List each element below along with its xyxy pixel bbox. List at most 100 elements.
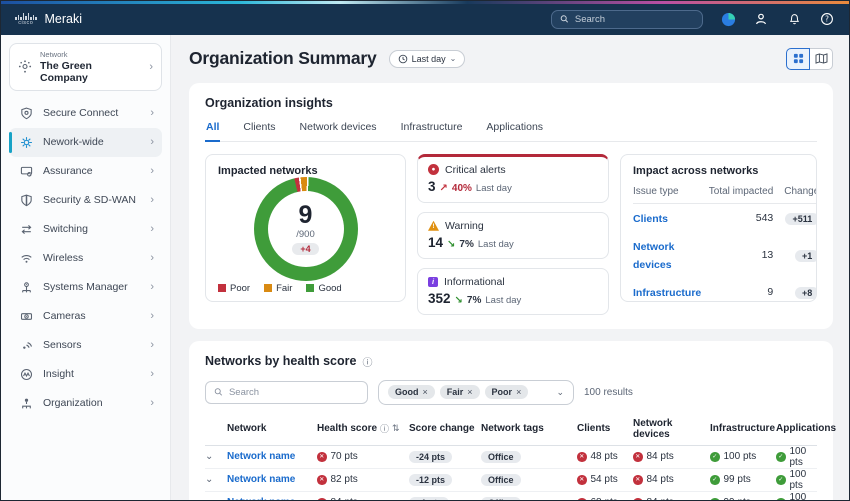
chevron-down-icon: ⌄ [556, 387, 564, 398]
critical-status-icon: ✕ [577, 498, 587, 500]
chevron-right-icon: › [150, 166, 154, 177]
page-title: Organization Summary [189, 48, 377, 69]
sidebar-item-sensors[interactable]: Sensors › [9, 331, 162, 360]
critical-status-icon: ✕ [577, 475, 587, 485]
tag-chip[interactable]: Office [481, 497, 521, 500]
chevron-right-icon: › [150, 340, 154, 351]
insight-icon [19, 368, 33, 381]
good-status-icon: ✓ [776, 475, 786, 485]
tab-clients[interactable]: Clients [242, 121, 276, 141]
informational-alerts-card[interactable]: i Informational 352 ↘ 7% Last day [417, 268, 609, 315]
sidebar-item-organization[interactable]: Organization › [9, 389, 162, 418]
tab-applications[interactable]: Applications [485, 121, 544, 141]
col-clients[interactable]: Clients [577, 423, 633, 434]
grid-view-button[interactable] [786, 48, 810, 70]
impact-link-clients[interactable]: Clients [633, 213, 668, 225]
network-name-link[interactable]: Network name [227, 474, 317, 485]
main-content: Organization Summary Last day ⌄ [171, 35, 849, 500]
col-network[interactable]: Network [227, 423, 317, 434]
networks-search-input[interactable] [229, 387, 359, 398]
close-icon[interactable]: × [423, 387, 428, 397]
impact-link-network-devices[interactable]: Network devices [633, 241, 674, 271]
table-row[interactable]: ⌄ Network name ✕70 pts -24 pts Office ✕4… [205, 446, 817, 469]
global-search-input[interactable] [575, 14, 694, 25]
col-infrastructure[interactable]: Infrastructure [710, 423, 776, 434]
sidebar-item-insight[interactable]: Insight › [9, 360, 162, 389]
close-icon[interactable]: × [467, 387, 472, 397]
map-icon [815, 53, 828, 64]
chevron-right-icon: › [150, 398, 154, 409]
tab-infrastructure[interactable]: Infrastructure [400, 121, 464, 141]
security-shield-icon [19, 194, 33, 207]
warning-alerts-card[interactable]: ! Warning 14 ↘ 7% Last day [417, 212, 609, 259]
networks-search[interactable] [205, 381, 368, 404]
network-name-link[interactable]: Network name [227, 451, 317, 462]
info-icon[interactable]: ⓘ [380, 422, 389, 435]
network-selector[interactable]: Network The Green Company › [9, 43, 162, 91]
assistant-icon[interactable] [720, 11, 736, 27]
map-view-button[interactable] [809, 48, 833, 70]
health-filter-dropdown[interactable]: Good× Fair× Poor× ⌄ [378, 380, 574, 405]
shield-icon [19, 107, 33, 120]
sidebar-menu: Secure Connect › Nework-wide › Assurance… [9, 99, 162, 418]
informational-label: Informational [444, 276, 505, 288]
critical-status-icon: ✕ [317, 475, 327, 485]
expand-chevron-icon[interactable]: ⌄ [205, 451, 227, 462]
good-status-icon: ✓ [710, 452, 720, 462]
switching-arrows-icon [19, 223, 33, 236]
chevron-right-icon: › [150, 282, 154, 293]
filter-chip-good[interactable]: Good× [388, 385, 435, 399]
time-filter-value: Last day [412, 54, 446, 64]
critical-alerts-card[interactable]: ● Critical alerts 3 ↗ 40% Last day [417, 154, 609, 203]
critical-label: Critical alerts [445, 164, 506, 176]
table-row[interactable]: ⌄ Network name ✕82 pts -12 pts Office ✕5… [205, 469, 817, 492]
tag-chip[interactable]: Office [481, 451, 521, 463]
good-status-icon: ✓ [776, 498, 786, 500]
impacted-total: /900 [296, 229, 315, 240]
tab-network-devices[interactable]: Network devices [299, 121, 378, 141]
col-health-score[interactable]: Health scoreⓘ⇅ [317, 422, 409, 435]
sidebar-item-wireless[interactable]: Wireless › [9, 244, 162, 273]
sidebar-item-assurance[interactable]: Assurance › [9, 157, 162, 186]
trend-down-icon: ↘ [447, 239, 455, 250]
help-icon[interactable]: ? [819, 11, 835, 27]
sidebar-item-security-sdwan[interactable]: Security & SD-WAN › [9, 186, 162, 215]
systems-manager-icon [19, 281, 33, 294]
table-row[interactable]: ⌄ Network name ✕84 pts +1 pts Office ✕68… [205, 492, 817, 500]
impact-link-infrastructure[interactable]: Infrastructure [633, 287, 701, 299]
expand-chevron-icon[interactable]: ⌄ [205, 474, 227, 485]
network-selector-label: Network [40, 50, 141, 59]
tag-chip[interactable]: Office [481, 474, 521, 486]
sidebar-item-cameras[interactable]: Cameras › [9, 302, 162, 331]
sort-icon[interactable]: ⇅ [392, 423, 400, 434]
filter-chip-fair[interactable]: Fair× [440, 385, 480, 399]
sidebar-item-network-wide[interactable]: Nework-wide › [9, 128, 162, 157]
sidebar-item-switching[interactable]: Switching › [9, 215, 162, 244]
good-swatch [306, 284, 314, 292]
good-status-icon: ✓ [710, 475, 720, 485]
sidebar-item-secure-connect[interactable]: Secure Connect › [9, 99, 162, 128]
score-change-pill: -12 pts [409, 474, 452, 486]
col-applications[interactable]: Applications [776, 423, 836, 434]
score-change-pill: -24 pts [409, 451, 452, 463]
time-filter-dropdown[interactable]: Last day ⌄ [389, 50, 466, 68]
poor-swatch [218, 284, 226, 292]
col-network-devices[interactable]: Network devices [633, 418, 710, 440]
col-score-change[interactable]: Score change [409, 423, 481, 434]
network-wide-icon [19, 136, 33, 149]
close-icon[interactable]: × [516, 387, 521, 397]
chevron-right-icon: › [150, 108, 154, 119]
table-header-row: Network Health scoreⓘ⇅ Score change Netw… [205, 418, 817, 446]
col-network-tags[interactable]: Network tags [481, 423, 577, 434]
info-icon[interactable]: ⓘ [362, 354, 372, 369]
expand-chevron-icon[interactable]: ⌄ [205, 497, 227, 500]
filter-chip-poor[interactable]: Poor× [485, 385, 529, 399]
sidebar-item-systems-manager[interactable]: Systems Manager › [9, 273, 162, 302]
critical-status-icon: ✕ [633, 498, 643, 500]
tab-all[interactable]: All [205, 121, 220, 142]
notifications-bell-icon[interactable] [786, 11, 802, 27]
global-search[interactable] [551, 10, 703, 29]
account-icon[interactable] [753, 11, 769, 27]
network-name-link[interactable]: Network name [227, 497, 317, 500]
chevron-right-icon: › [149, 61, 153, 73]
